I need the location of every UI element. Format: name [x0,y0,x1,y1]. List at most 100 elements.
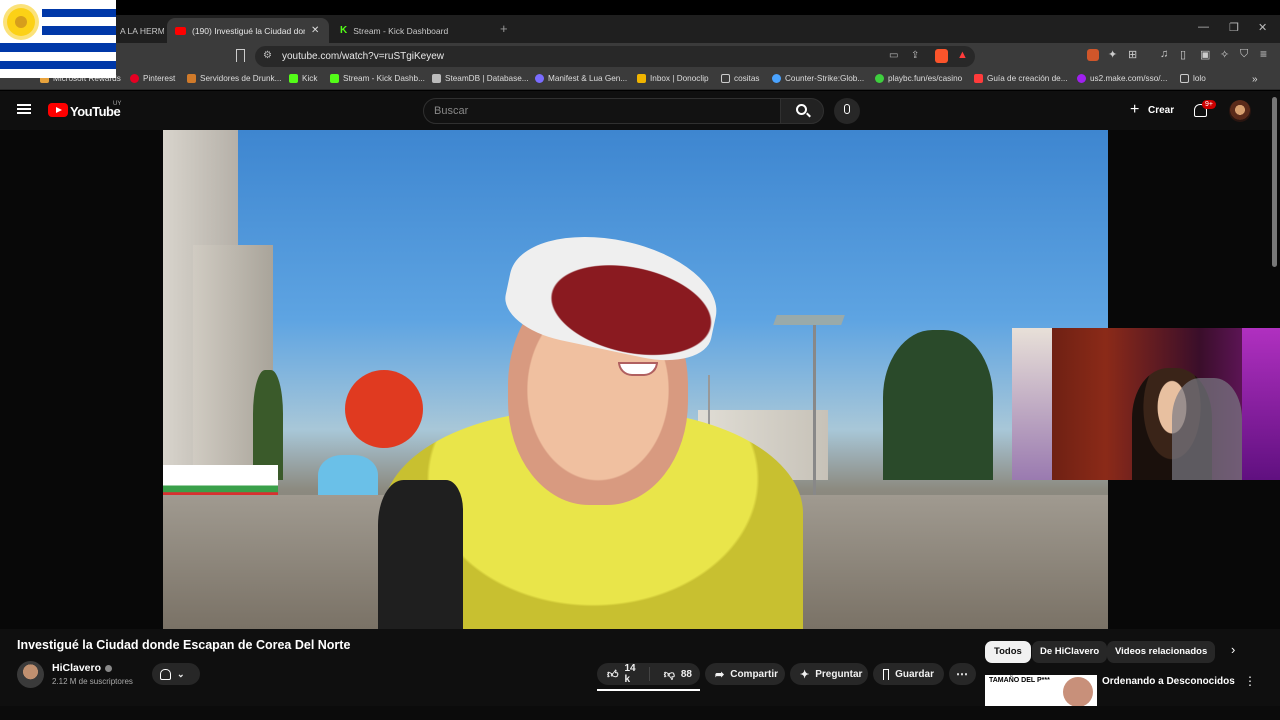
leo-ai-icon[interactable]: ✧ [1220,48,1229,61]
folder-icon [1180,74,1189,83]
channel-avatar[interactable] [17,661,44,688]
bookmark-item[interactable]: Kick [289,74,317,83]
bookmark-item[interactable]: Pinterest [130,74,175,83]
bookmark-favicon-icon [187,74,196,83]
cast-icon[interactable]: ▭ [889,50,898,61]
bookmark-item[interactable]: SteamDB | Database... [432,74,529,83]
address-bar-row: ⚙ youtube.com/watch?v=ruSTgiKeyew ▭ ⇪ ▲ … [0,43,1280,70]
bookmark-label: us2.make.com/sso/... [1090,74,1168,83]
bookmark-item[interactable]: Servidores de Drunk... [187,74,281,83]
related-more-icon[interactable]: ⋮ [1244,674,1256,688]
bookmarks-bar: Microsoft Rewards Pinterest Servidores d… [0,70,1280,90]
vpn-icon[interactable]: ⛉ [1240,48,1248,61]
bookmark-label: playbc.fun/es/casino [888,74,963,83]
youtube-logo-icon[interactable] [48,103,68,117]
bookmark-folder[interactable]: cositas [721,74,759,83]
like-count: 14 k [624,663,636,685]
video-title: Investigué la Ciudad donde Escapan de Co… [17,638,351,652]
sun-of-may-icon [7,8,35,36]
related-video-title[interactable]: Ordenando a Desconocidos [1102,676,1235,687]
bookmark-item[interactable]: Inbox | Donoclip [637,74,709,83]
minimize-icon[interactable]: — [1198,21,1209,33]
window-close-icon[interactable]: ✕ [1258,21,1267,34]
bookmark-favicon-icon [875,74,884,83]
tab-label: A LA HERM [120,25,164,36]
tab-label: (190) Investigué la Ciudad donde [192,25,305,36]
bookmark-label: cositas [734,74,760,83]
search-button[interactable] [780,98,824,124]
page-scrollbar[interactable] [1272,97,1277,267]
tab-inactive[interactable]: A LA HERM [112,18,164,43]
bookmark-label: Counter-Strike:Glob... [785,74,865,83]
bookmark-item[interactable]: Manifest & Lua Gen... [535,74,627,83]
bookmark-item[interactable]: Guía de creación de... [974,74,1068,83]
youtube-header: YouTube UY Buscar + Crear 9+ [0,91,1280,130]
search-input[interactable]: Buscar [423,98,781,124]
ask-button[interactable]: ✦ Preguntar [790,663,868,685]
bookmark-favicon-icon [535,74,544,83]
create-icon[interactable]: + [1130,102,1139,118]
browser-tab-bar: A LA HERM (190) Investigué la Ciudad don… [0,15,1280,43]
bookmark-icon[interactable] [236,49,245,62]
tab-active[interactable]: (190) Investigué la Ciudad donde ✕ [167,18,329,43]
brave-shield-icon[interactable] [935,49,948,63]
wallet-icon[interactable]: ▣ [1200,48,1210,61]
bookmark-label: Servidores de Drunk... [200,74,282,83]
save-bookmark-icon [883,668,890,680]
url-field[interactable]: ⚙ youtube.com/watch?v=ruSTgiKeyew ▭ ⇪ ▲ [255,46,975,67]
thumbs-down-icon: 👎︎ [663,668,675,681]
sidebar-icon[interactable]: ▯ [1180,48,1186,61]
bookmark-item[interactable]: us2.make.com/sso/... [1077,74,1167,83]
bookmark-label: lolo [1193,74,1206,83]
chevron-right-icon[interactable]: › [1231,642,1235,657]
chip-all[interactable]: Todos [985,641,1031,663]
bookmark-folder[interactable]: lolo [1180,74,1206,83]
share-icon[interactable]: ⇪ [911,50,919,61]
voice-search-button[interactable] [834,98,860,124]
uruguay-flag-overlay [0,0,116,78]
bookmark-item[interactable]: Counter-Strike:Glob... [772,74,864,83]
music-icon[interactable]: ♫ [1160,48,1168,60]
verified-icon [105,664,113,672]
bookmark-item[interactable]: Stream - Kick Dashb... [330,74,425,83]
more-actions-icon[interactable]: ⋯ [949,663,976,685]
extension-icon[interactable] [1087,49,1099,61]
close-icon[interactable]: ✕ [311,25,319,36]
thumbs-up-icon: 👍︎ [607,668,619,681]
new-tab-icon[interactable]: + [500,21,508,36]
share-button[interactable]: ➦ Compartir [705,663,785,685]
video-player[interactable] [0,130,1280,629]
chip-channel[interactable]: De HiClavero [1032,641,1108,663]
chip-related[interactable]: Videos relacionados [1107,641,1216,663]
channel-name-row[interactable]: HiClavero [52,662,113,674]
create-button[interactable]: Crear [1148,105,1174,116]
bookmark-label: SteamDB | Database... [445,74,529,83]
tab-label: Stream - Kick Dashboard [353,25,449,36]
extension-icon[interactable]: ✦ [1108,48,1117,61]
youtube-favicon-icon [175,26,186,35]
rewards-icon[interactable]: ▲ [957,49,968,61]
bookmark-favicon-icon [974,74,983,83]
like-ratio-bar [597,689,700,691]
streamer-webcam-overlay [1012,328,1280,480]
dislike-button[interactable]: 👎︎ 88 [656,668,700,681]
channel-name[interactable]: HiClavero [52,662,101,674]
microphone-icon [844,104,850,114]
save-button[interactable]: Guardar [873,663,944,685]
puzzle-icon[interactable]: ⊞ [1128,48,1137,61]
bookmark-item[interactable]: playbc.fun/es/casino [875,74,962,83]
url-text: youtube.com/watch?v=ruSTgiKeyew [282,51,445,62]
menu-icon[interactable]: ≡ [1260,47,1267,61]
like-button[interactable]: 👍︎ 14 k [597,663,650,685]
hamburger-menu-icon[interactable] [17,104,31,106]
related-video-thumbnail[interactable]: TAMAÑO DEL P*** [985,675,1097,706]
subscribed-bell-button[interactable]: ⌄ [152,663,200,685]
avatar[interactable] [1229,100,1251,122]
video-frame[interactable] [163,130,1108,629]
site-info-icon[interactable]: ⚙ [263,50,272,61]
maximize-icon[interactable]: ❐ [1229,21,1239,34]
pinterest-icon [130,74,139,83]
more-bookmarks-icon[interactable]: » [1252,74,1258,85]
tab-inactive[interactable]: K Stream - Kick Dashboard [332,18,492,43]
make-icon [1077,74,1086,83]
